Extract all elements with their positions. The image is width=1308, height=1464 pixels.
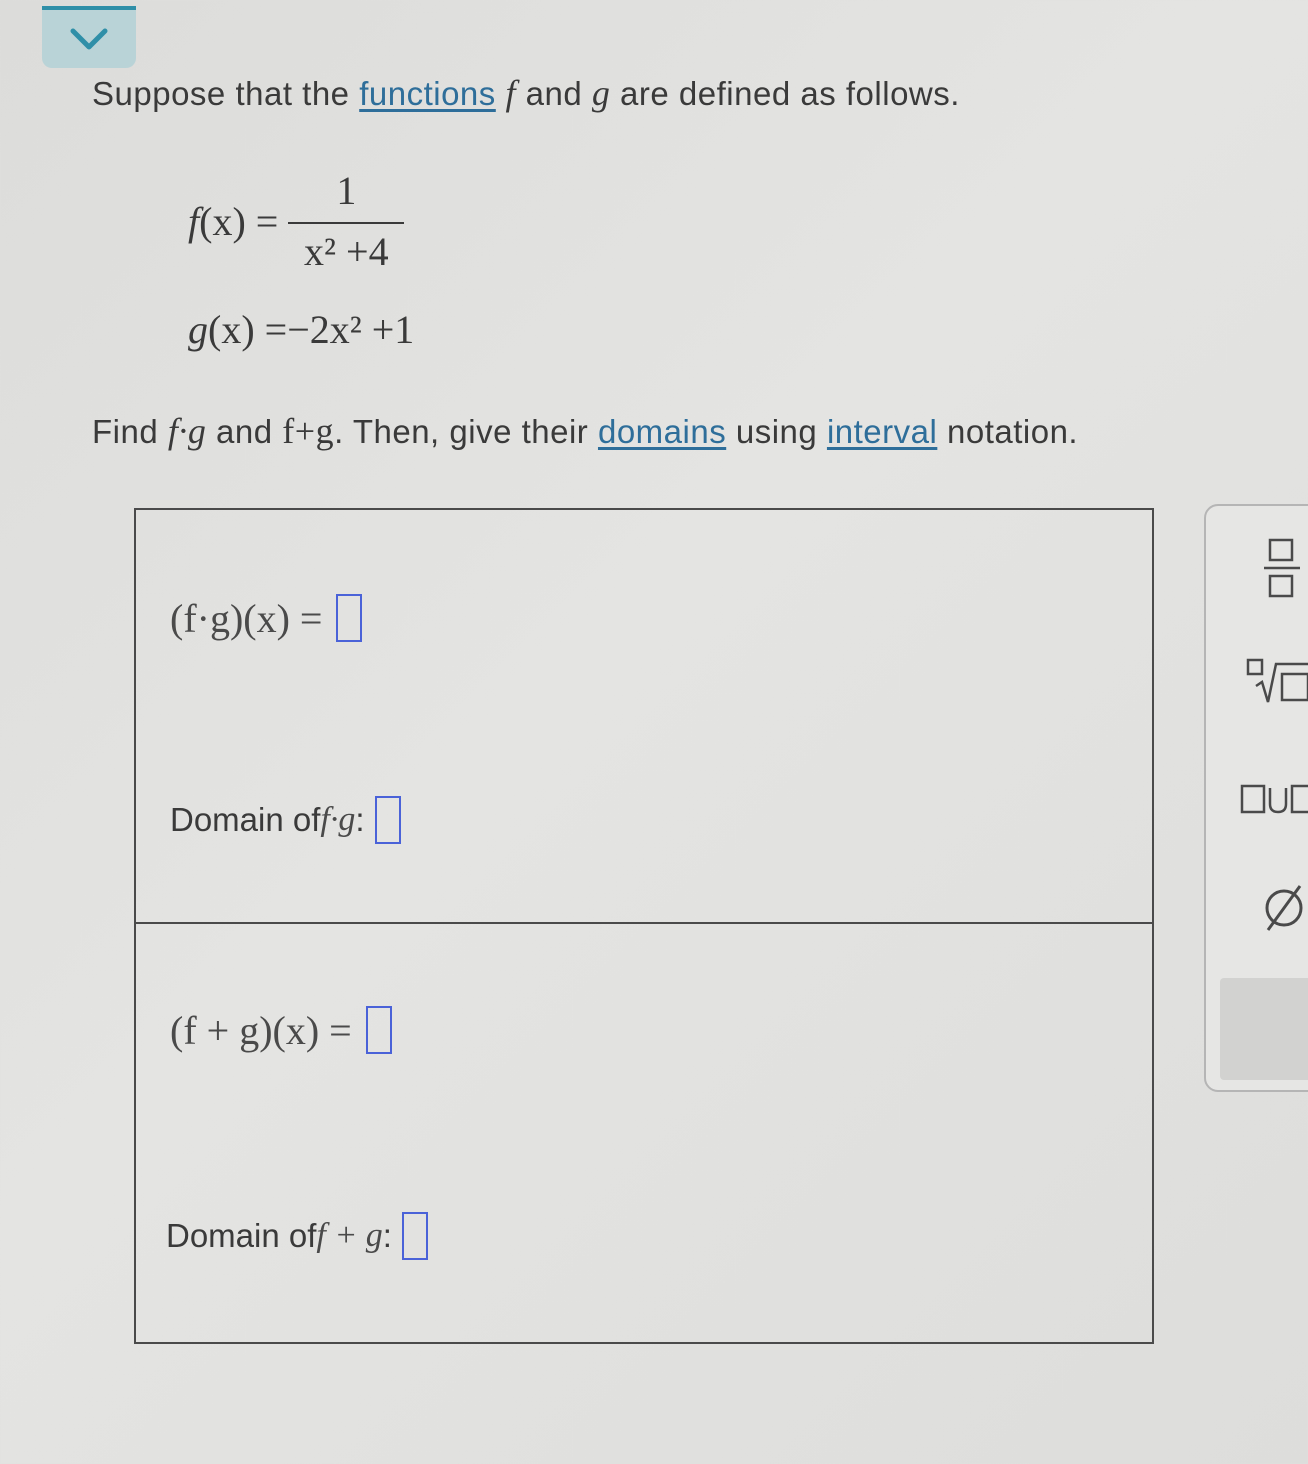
chevron-down-icon xyxy=(70,28,108,50)
sum-row: (f + g)(x) = xyxy=(170,1006,392,1054)
product-domain-input[interactable] xyxy=(374,796,401,844)
product-input[interactable] xyxy=(336,594,363,642)
sum-domain-prefix: Domain of xyxy=(166,1217,317,1254)
find-suffix: notation. xyxy=(937,413,1079,450)
product-domain-expr: f·g xyxy=(320,801,356,838)
find-fplusg: f+g xyxy=(282,411,335,451)
fraction-tool[interactable] xyxy=(1262,536,1302,605)
f-denominator: x² +4 xyxy=(304,229,389,274)
f-argument: (x) = xyxy=(199,198,279,244)
union-tool[interactable] xyxy=(1240,782,1308,821)
sum-domain-row: Domain of f + g : xyxy=(166,1212,428,1260)
g-expression: (x) =−2x² +1 xyxy=(208,307,415,352)
product-domain-row: Domain of f·g : xyxy=(170,796,401,844)
intro-f: f xyxy=(505,73,516,113)
nth-root-tool[interactable] xyxy=(1246,656,1308,715)
find-mid: and xyxy=(206,413,283,450)
intro-suffix: are defined as follows. xyxy=(610,75,960,112)
product-label: (f·g)(x) = xyxy=(170,595,323,641)
sum-input[interactable] xyxy=(365,1006,392,1054)
find-mid2: . Then, give their xyxy=(334,413,598,450)
sum-section: (f + g)(x) = Domain of f + g : xyxy=(136,924,1152,1342)
g-name: g xyxy=(188,307,208,352)
f-definition: f (x) = 1 x² +4 xyxy=(188,166,405,276)
product-section: (f·g)(x) = Domain of f·g : xyxy=(136,510,1152,924)
fraction-icon xyxy=(1264,538,1300,598)
f-name: f xyxy=(188,198,200,244)
product-domain-prefix: Domain of xyxy=(170,801,321,838)
sum-domain-colon: : xyxy=(382,1217,392,1254)
g-definition: g(x) =−2x² +1 xyxy=(188,306,414,353)
toolbox-footer xyxy=(1220,978,1308,1080)
intro-mid: and xyxy=(515,75,592,112)
empty-set-icon xyxy=(1265,885,1303,931)
interval-link[interactable]: interval xyxy=(827,413,937,450)
functions-link[interactable]: functions xyxy=(359,75,496,112)
nth-root-icon xyxy=(1246,658,1308,703)
intro-g: g xyxy=(591,73,611,113)
problem-intro: Suppose that the functions f and g are d… xyxy=(92,72,960,114)
f-numerator: 1 xyxy=(288,167,405,224)
answer-panel: (f·g)(x) = Domain of f·g : (f + g)(x) = … xyxy=(134,508,1154,1344)
find-prefix: Find xyxy=(92,413,168,450)
find-mid3: using xyxy=(726,413,827,450)
find-fg: f·g xyxy=(167,411,207,451)
product-domain-colon: : xyxy=(355,801,365,838)
domains-link[interactable]: domains xyxy=(598,413,726,450)
sum-label: (f + g)(x) = xyxy=(170,1007,352,1053)
product-row: (f·g)(x) = xyxy=(170,594,363,642)
instruction: Find f·g and f+g. Then, give their domai… xyxy=(92,410,1078,452)
f-fraction: 1 x² +4 xyxy=(288,167,405,275)
empty-set-tool[interactable] xyxy=(1260,882,1308,939)
math-toolbox xyxy=(1204,504,1308,1092)
sum-domain-expr: f + g xyxy=(316,1217,383,1254)
union-icon xyxy=(1240,784,1308,814)
sum-domain-input[interactable] xyxy=(401,1212,428,1260)
intro-prefix: Suppose that the xyxy=(92,75,360,112)
collapse-button[interactable] xyxy=(42,6,136,68)
